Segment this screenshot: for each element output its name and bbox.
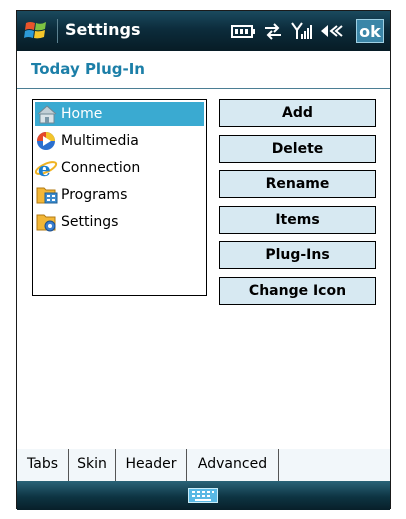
page-header: Today Plug-In (17, 51, 390, 85)
window-title: Settings (65, 20, 141, 39)
tab-label: Advanced (197, 456, 268, 472)
tab-tabs[interactable]: Tabs (17, 449, 69, 481)
rename-button[interactable]: Rename (219, 170, 376, 198)
tab-strip-filler (279, 449, 390, 481)
tree-item-label: Settings (61, 214, 119, 230)
tab-advanced[interactable]: Advanced (187, 449, 279, 481)
keyboard-keys-icon (192, 491, 214, 501)
battery-icon[interactable] (230, 19, 256, 43)
home-icon (37, 105, 57, 124)
ok-button[interactable]: ok (356, 19, 384, 43)
tree-item-connection[interactable]: e Connection (35, 156, 140, 180)
volume-icon[interactable] (318, 19, 344, 43)
windows-start-icon[interactable] (23, 18, 51, 44)
media-player-icon (37, 132, 55, 150)
tab-skin[interactable]: Skin (69, 449, 116, 481)
tab-label: Tabs (27, 456, 58, 472)
tree-item-multimedia[interactable]: Multimedia (35, 129, 139, 153)
tree-item-home[interactable]: Home (35, 102, 204, 126)
connectivity-icon[interactable] (262, 19, 284, 43)
settings-folder-icon (36, 214, 56, 232)
internet-explorer-icon: e (35, 157, 58, 179)
title-separator (57, 19, 58, 43)
svg-text:e: e (38, 157, 51, 179)
change-icon-button[interactable]: Change Icon (219, 277, 376, 305)
tree-item-label: Multimedia (61, 133, 139, 149)
tree-item-label: Home (61, 106, 103, 122)
tab-tree-view[interactable]: Home Multimedia e Connection Programs Se… (32, 99, 207, 296)
add-button[interactable]: Add (219, 99, 376, 127)
header-divider (17, 88, 390, 89)
page-title: Today Plug-In (31, 60, 145, 78)
tab-header[interactable]: Header (116, 449, 187, 481)
delete-button[interactable]: Delete (219, 135, 376, 163)
programs-folder-icon (36, 187, 58, 204)
items-button[interactable]: Items (219, 206, 376, 234)
menu-bar (17, 481, 390, 510)
tree-item-label: Programs (61, 187, 128, 203)
tab-label: Skin (77, 456, 107, 472)
tab-label: Header (125, 456, 177, 472)
tree-item-programs[interactable]: Programs (35, 183, 127, 207)
tree-item-settings[interactable]: Settings (35, 210, 118, 234)
tree-item-label: Connection (61, 160, 141, 176)
title-bar: Settings ok (17, 11, 390, 51)
device-screen: Settings ok Today Plug-In Home Multimedi… (16, 10, 391, 510)
plug-ins-button[interactable]: Plug-Ins (219, 241, 376, 269)
signal-icon[interactable] (290, 19, 312, 43)
keyboard-icon[interactable] (188, 488, 218, 503)
